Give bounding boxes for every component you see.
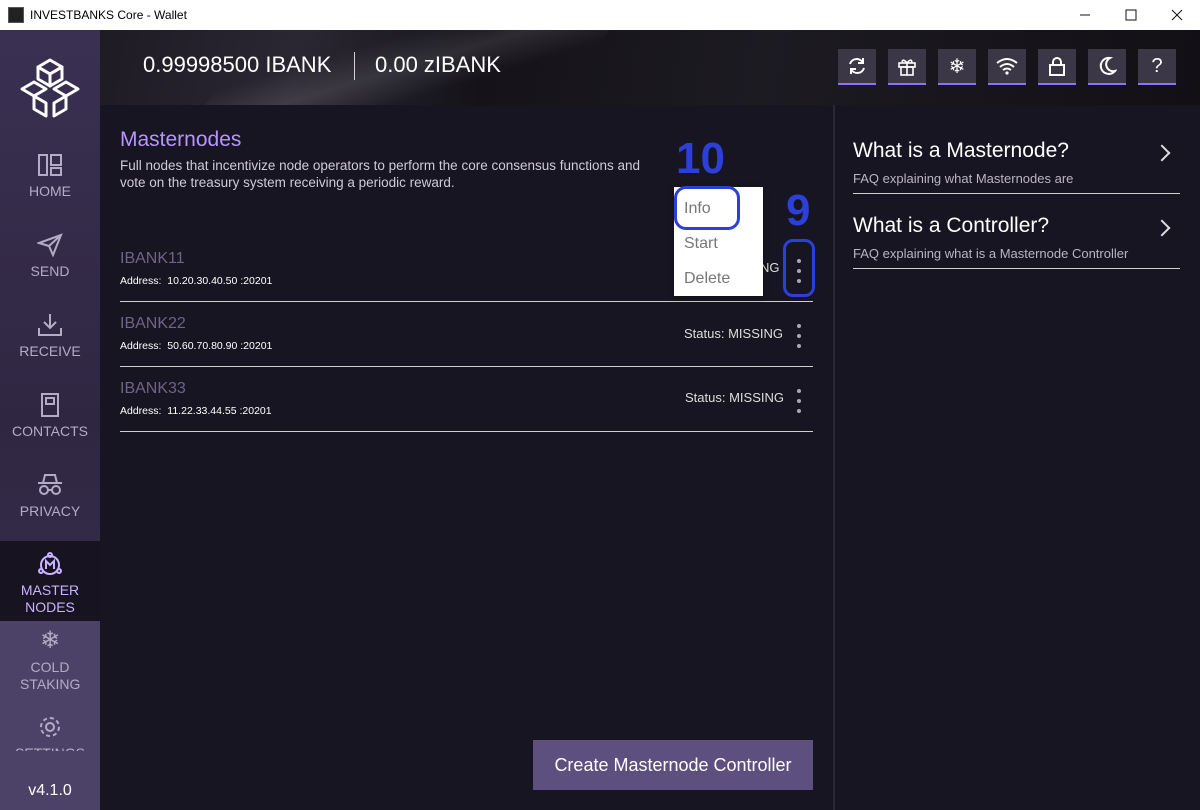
menu-item-delete[interactable]: Delete [684, 270, 730, 288]
version-label: v4.1.0 [0, 751, 100, 810]
page-subtitle: Full nodes that incentivize node operato… [120, 158, 641, 190]
sidebar-item-receive[interactable]: RECEIVE [0, 310, 100, 380]
sidebar: HOME SEND RECEIVE CONTACTS PRIVACY MASTE… [0, 30, 100, 810]
moon-icon [1099, 56, 1117, 75]
create-masternode-controller-button[interactable]: Create Masternode Controller [533, 740, 813, 790]
sidebar-item-send[interactable]: SEND [0, 230, 100, 300]
privacy-icon [38, 474, 62, 495]
ibank-balance: 0.99998500 IBANK [143, 52, 332, 77]
sidebar-item-home[interactable]: HOME [0, 150, 100, 220]
masternode-address: 11.22.33.44.55 :20201 [167, 405, 272, 417]
network-button[interactable] [988, 49, 1026, 85]
masternode-name: IBANK11 [120, 250, 185, 267]
faq-description: FAQ explaining what Masternodes are [853, 171, 1074, 186]
sidebar-item-label: CONTACTS [12, 423, 88, 439]
header-bar: 0.99998500 IBANK 0.00 zIBANK ❄ ? [100, 30, 1200, 105]
sync-icon [849, 58, 865, 74]
address-label: Address: [120, 275, 162, 287]
window-title: INVESTBANKS Core - Wallet [30, 8, 187, 22]
faq-panel: What is a Masternode? FAQ explaining wha… [835, 105, 1200, 810]
masternode-name: IBANK33 [120, 380, 186, 397]
sidebar-item-label: MASTER NODES [20, 582, 80, 615]
wifi-icon [996, 58, 1018, 75]
window-titlebar: INVESTBANKS Core - Wallet [0, 0, 1200, 30]
menu-item-start[interactable]: Start [684, 235, 718, 253]
minimize-icon [1080, 14, 1090, 16]
gift-button[interactable] [888, 49, 926, 85]
maximize-button[interactable] [1108, 0, 1154, 30]
maximize-icon [1125, 9, 1137, 21]
faq-title: What is a Controller? [853, 214, 1050, 237]
snowflake-icon: ❄ [948, 55, 966, 78]
home-icon [38, 154, 62, 176]
faq-item-masternode[interactable]: What is a Masternode? FAQ explaining wha… [853, 119, 1180, 194]
masternode-name: IBANK22 [120, 315, 186, 332]
more-options-button[interactable] [794, 324, 804, 348]
app-icon [8, 7, 24, 23]
lock-button[interactable] [1038, 49, 1076, 85]
zibank-balance: 0.00 zIBANK [375, 52, 501, 77]
faq-description: FAQ explaining what is a Masternode Cont… [853, 246, 1129, 261]
sidebar-item-cold-staking[interactable]: ❄ COLD STAKING [0, 621, 100, 701]
sidebar-item-contacts[interactable]: CONTACTS [0, 390, 100, 460]
lock-icon [1049, 57, 1065, 76]
address-label: Address: [120, 340, 162, 352]
masternode-row[interactable]: IBANK22 Address: 50.60.70.80.90 :20201 S… [120, 302, 813, 367]
help-button[interactable]: ? [1138, 49, 1176, 85]
faq-item-controller[interactable]: What is a Controller? FAQ explaining wha… [853, 194, 1180, 269]
callout-label: 9 [786, 186, 811, 235]
chevron-right-icon [1153, 219, 1171, 237]
sync-button[interactable] [838, 49, 876, 85]
snowflake-icon: ❄ [39, 627, 61, 654]
sidebar-item-label: COLD STAKING [20, 659, 81, 692]
gift-icon [898, 59, 916, 76]
masternode-status: Status: MISSING [685, 390, 784, 405]
faq-title: What is a Masternode? [853, 139, 1069, 162]
masternode-row[interactable]: IBANK33 Address: 11.22.33.44.55 :20201 S… [120, 367, 813, 432]
highlight-ring [674, 186, 740, 230]
receive-icon [38, 314, 62, 336]
contacts-icon [41, 393, 59, 417]
help-icon: ? [1151, 54, 1163, 77]
callout-label: 10 [676, 134, 725, 183]
sidebar-item-privacy[interactable]: PRIVACY [0, 470, 100, 540]
gear-icon [40, 717, 60, 737]
close-window-button[interactable] [1154, 0, 1200, 30]
highlight-ring [783, 239, 815, 297]
sidebar-item-label: PRIVACY [19, 503, 81, 519]
balance-divider [354, 52, 355, 80]
sidebar-item-label: HOME [29, 183, 71, 199]
page-title: Masternodes [120, 128, 242, 151]
minimize-button[interactable] [1062, 0, 1108, 30]
address-label: Address: [120, 405, 162, 417]
investbanks-logo-icon [20, 58, 80, 118]
theme-button[interactable] [1088, 49, 1126, 85]
sidebar-item-label: SEND [30, 263, 70, 279]
cold-staking-button[interactable]: ❄ [938, 49, 976, 85]
more-options-button[interactable] [794, 389, 804, 413]
close-icon [1171, 9, 1183, 21]
masternode-status: Status: MISSING [684, 326, 783, 341]
chevron-right-icon [1153, 144, 1171, 162]
masternode-address: 10.20.30.40.50 :20201 [167, 275, 273, 287]
sidebar-item-label: RECEIVE [19, 343, 81, 359]
sidebar-item-masternodes[interactable]: MASTER NODES [0, 541, 100, 621]
masternodes-icon [38, 552, 62, 575]
masternode-address: 50.60.70.80.90 :20201 [167, 340, 273, 352]
send-icon [37, 233, 63, 257]
